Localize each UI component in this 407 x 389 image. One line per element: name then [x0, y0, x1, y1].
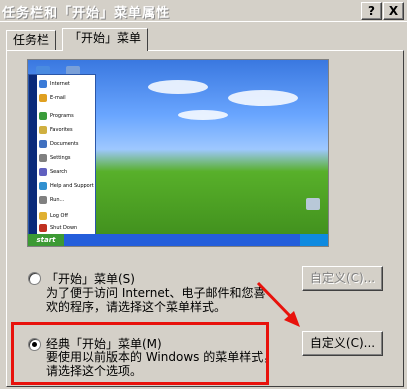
dialog-window: 任务栏和「开始」菜单属性 ? X 任务栏 「开始」菜单 Internet E-m…	[0, 0, 407, 389]
annotation-arrow-icon	[256, 281, 300, 327]
tab-start-menu[interactable]: 「开始」菜单	[62, 28, 149, 51]
